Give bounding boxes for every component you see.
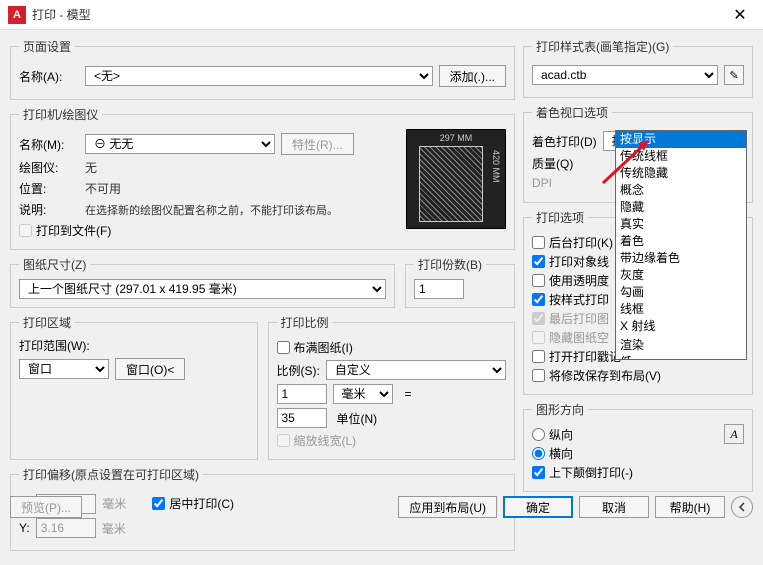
page-setup-name-select[interactable]: <无>: [85, 66, 433, 86]
offset-legend: 打印偏移(原点设置在可打印区域): [19, 466, 203, 483]
properties-button[interactable]: 特性(R)...: [281, 133, 354, 155]
shade-option[interactable]: 着色: [616, 233, 746, 250]
shade-option[interactable]: 概念: [616, 182, 746, 199]
hide-vp-check: [532, 331, 545, 344]
save-layout-check[interactable]: [532, 369, 545, 382]
printer-group: 打印机/绘图仪 297 MM 420 MM 名称(M): ⊖ 无无 特性(R).…: [10, 106, 515, 250]
paper-size-select[interactable]: 上一个图纸尺寸 (297.01 x 419.95 毫米): [19, 279, 386, 299]
unit-select[interactable]: 毫米: [333, 384, 393, 404]
scale-lineweight-check: [277, 434, 290, 447]
shade-option[interactable]: 传统线框: [616, 148, 746, 165]
shade-plot-dropdown[interactable]: 按显示传统线框传统隐藏概念隐藏真实着色带边缘着色灰度勾画线框X 射线渲染低中: [615, 130, 747, 360]
plot-style-select[interactable]: acad.ctb: [532, 65, 718, 85]
options-legend: 打印选项: [532, 209, 588, 226]
shade-option[interactable]: 传统隐藏: [616, 165, 746, 182]
shade-option[interactable]: 渲染: [616, 337, 746, 354]
scale-legend: 打印比例: [277, 314, 333, 331]
window-button[interactable]: 窗口(O)<: [115, 358, 185, 380]
paper-preview: 297 MM 420 MM: [406, 129, 506, 229]
print-to-file-check: [19, 224, 32, 237]
paper-size-group: 图纸尺寸(Z) 上一个图纸尺寸 (297.01 x 419.95 毫米): [10, 256, 395, 308]
shaded-legend: 着色视口选项: [532, 104, 612, 121]
shade-option[interactable]: 低: [616, 354, 746, 360]
plot-range-select[interactable]: 窗口: [19, 359, 109, 379]
edit-style-button[interactable]: ✎: [724, 65, 744, 85]
page-setup-legend: 页面设置: [19, 38, 75, 55]
window-title: 打印 - 模型: [32, 6, 725, 23]
shade-option[interactable]: X 射线: [616, 318, 746, 335]
copies-group: 打印份数(B): [405, 256, 515, 308]
plotter-label: 绘图仪:: [19, 159, 79, 176]
printer-name-select[interactable]: ⊖ 无无: [85, 134, 275, 154]
scale-select[interactable]: 自定义: [326, 360, 506, 380]
shade-option[interactable]: 灰度: [616, 267, 746, 284]
paper-legend: 图纸尺寸(Z): [19, 256, 90, 273]
scale-num-input[interactable]: [277, 384, 327, 404]
shade-option[interactable]: 线框: [616, 301, 746, 318]
chevron-left-icon: [737, 502, 747, 512]
copies-input[interactable]: [414, 279, 464, 299]
landscape-radio[interactable]: [532, 447, 545, 460]
plot-area-group: 打印区域 打印范围(W): 窗口 窗口(O)<: [10, 314, 258, 460]
fit-to-paper-check[interactable]: [277, 341, 290, 354]
plot-stamp-check[interactable]: [532, 350, 545, 363]
shade-option[interactable]: 按显示: [616, 131, 746, 148]
offset-y-input: [36, 518, 96, 538]
printer-legend: 打印机/绘图仪: [19, 106, 102, 123]
help-button[interactable]: 帮助(H): [655, 496, 725, 518]
transparency-check[interactable]: [532, 274, 545, 287]
background-plot-check[interactable]: [532, 236, 545, 249]
page-setup-group: 页面设置 名称(A): <无> 添加(.)...: [10, 38, 515, 100]
shade-option[interactable]: 勾画: [616, 284, 746, 301]
orientation-icon: A: [724, 424, 744, 444]
add-button[interactable]: 添加(.)...: [439, 65, 506, 87]
shade-option[interactable]: 隐藏: [616, 199, 746, 216]
printer-name-label: 名称(M):: [19, 136, 79, 153]
close-button[interactable]: ✕: [725, 3, 755, 27]
ok-button[interactable]: 确定: [503, 496, 573, 518]
orient-legend: 图形方向: [532, 401, 588, 418]
plot-scale-group: 打印比例 布满图纸(I) 比例(S): 自定义 毫米 = 单位(N) 缩放线宽(…: [268, 314, 516, 460]
upside-check[interactable]: [532, 466, 545, 479]
preview-button[interactable]: 预览(P)...: [10, 496, 82, 518]
desc-label: 说明:: [19, 201, 79, 218]
location-label: 位置:: [19, 180, 79, 197]
shade-option[interactable]: 真实: [616, 216, 746, 233]
cancel-button[interactable]: 取消: [579, 496, 649, 518]
plot-by-style-check[interactable]: [532, 293, 545, 306]
last-vp-check: [532, 312, 545, 325]
portrait-radio[interactable]: [532, 428, 545, 441]
name-label: 名称(A):: [19, 68, 79, 85]
style-legend: 打印样式表(画笔指定)(G): [532, 38, 673, 55]
plot-style-group: 打印样式表(画笔指定)(G) acad.ctb ✎: [523, 38, 753, 98]
plot-obj-lw-check[interactable]: [532, 255, 545, 268]
area-legend: 打印区域: [19, 314, 75, 331]
orientation-group: 图形方向 A 纵向 横向 上下颠倒打印(-): [523, 401, 753, 492]
scale-denom-input[interactable]: [277, 408, 327, 428]
expand-button[interactable]: [731, 496, 753, 518]
shade-option[interactable]: 带边缘着色: [616, 250, 746, 267]
apply-to-layout-button[interactable]: 应用到布局(U): [398, 496, 497, 518]
app-icon: A: [8, 6, 26, 24]
copies-legend: 打印份数(B): [414, 256, 486, 273]
